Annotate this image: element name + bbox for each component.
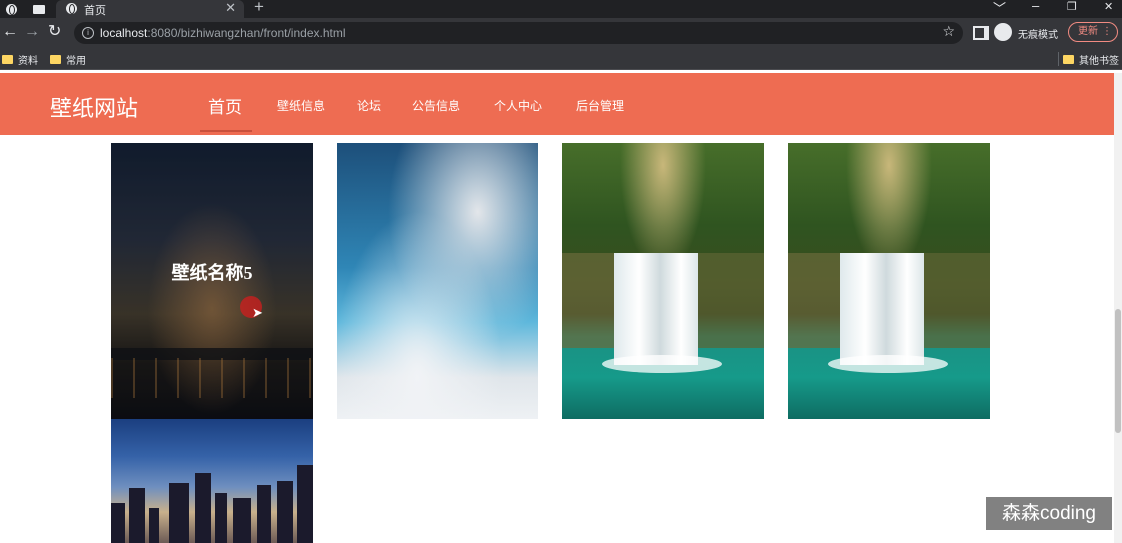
nav-forum[interactable]: 论坛 bbox=[357, 97, 381, 114]
url-path: :8080/bizhiwangzhan/front/index.html bbox=[147, 26, 346, 40]
building bbox=[195, 473, 211, 543]
browser-toolbar: ← → ↻ i localhost:8080/bizhiwangzhan/fro… bbox=[0, 18, 1122, 48]
url-text[interactable]: localhost:8080/bizhiwangzhan/front/index… bbox=[100, 26, 346, 40]
building bbox=[215, 493, 227, 543]
page-scrollbar[interactable] bbox=[1114, 73, 1122, 543]
building bbox=[111, 503, 125, 543]
nav-wallpaper-info[interactable]: 壁纸信息 bbox=[277, 97, 325, 114]
bookmark-label: 资料 bbox=[18, 56, 38, 67]
update-button[interactable]: 更新 ⋮ bbox=[1068, 22, 1118, 42]
browser-profile-icon[interactable] bbox=[0, 0, 22, 18]
building bbox=[169, 483, 189, 543]
restore-button[interactable]: ❐ bbox=[1067, 0, 1077, 13]
bookmarks-bar: 资料 常用 其他书签 bbox=[0, 48, 1122, 70]
building bbox=[257, 485, 271, 543]
tab-search-icon[interactable]: ﹀ bbox=[993, 0, 1006, 17]
reload-button[interactable]: ↻ bbox=[48, 23, 61, 41]
waterfall bbox=[840, 253, 924, 365]
building bbox=[233, 498, 251, 543]
bookmark-star-icon[interactable]: ☆ bbox=[942, 23, 955, 40]
scrollbar-thumb[interactable] bbox=[1115, 309, 1121, 433]
side-panel-icon[interactable] bbox=[973, 26, 989, 40]
nav-admin[interactable]: 后台管理 bbox=[576, 97, 624, 114]
other-bookmarks[interactable]: 其他书签 bbox=[1063, 52, 1119, 67]
rock-wall bbox=[698, 253, 764, 348]
tab-close-icon[interactable]: ✕ bbox=[225, 0, 236, 16]
globe-icon bbox=[66, 3, 77, 14]
rock-wall bbox=[924, 253, 990, 348]
wallpaper-card[interactable] bbox=[562, 143, 764, 419]
new-tab-button[interactable]: + bbox=[254, 0, 264, 17]
address-bar[interactable]: i localhost:8080/bizhiwangzhan/front/ind… bbox=[74, 22, 963, 44]
url-host: localhost bbox=[100, 26, 148, 40]
close-window-button[interactable]: ✕ bbox=[1104, 0, 1113, 13]
browser-menu-icon[interactable]: ⋮ bbox=[1102, 23, 1112, 41]
video-watermark: 森森coding bbox=[986, 497, 1112, 530]
mouse-cursor-icon: ➤ bbox=[252, 305, 263, 320]
nav-announcements[interactable]: 公告信息 bbox=[412, 97, 460, 114]
waterfall bbox=[614, 253, 698, 365]
back-button[interactable]: ← bbox=[2, 23, 18, 41]
water-foam bbox=[828, 355, 948, 373]
folder-icon bbox=[2, 55, 13, 64]
folder-icon bbox=[1063, 55, 1074, 64]
minimize-button[interactable]: – bbox=[1032, 0, 1039, 13]
update-label: 更新 bbox=[1078, 26, 1098, 37]
wallpaper-card[interactable] bbox=[111, 419, 313, 543]
building bbox=[277, 481, 293, 543]
bookmark-label: 常用 bbox=[66, 56, 86, 67]
site-info-icon[interactable]: i bbox=[82, 27, 94, 39]
building bbox=[297, 465, 313, 543]
forward-button[interactable]: → bbox=[24, 23, 40, 41]
wallpaper-card[interactable]: 壁纸名称5 ➤ bbox=[111, 143, 313, 419]
other-bookmarks-label: 其他书签 bbox=[1079, 56, 1119, 67]
nav-active-indicator bbox=[200, 130, 252, 132]
wallpaper-card[interactable] bbox=[337, 143, 538, 419]
browser-tab-strip: 首页 ✕ + ﹀ – ❐ ✕ bbox=[0, 0, 1122, 18]
browser-tab-active[interactable]: 首页 ✕ bbox=[56, 0, 244, 18]
building bbox=[129, 488, 145, 543]
folder-icon bbox=[50, 55, 61, 64]
nav-home[interactable]: 首页 bbox=[208, 93, 242, 118]
incognito-label: 无痕模式 bbox=[1018, 30, 1058, 41]
bookmark-folder[interactable]: 资料 bbox=[2, 52, 38, 67]
site-header: 壁纸网站 首页 壁纸信息 论坛 公告信息 个人中心 后台管理 bbox=[0, 73, 1114, 135]
bookmarks-separator bbox=[1058, 52, 1059, 66]
building bbox=[149, 508, 159, 543]
rock-wall bbox=[788, 253, 840, 348]
bookmark-folder[interactable]: 常用 bbox=[50, 52, 86, 67]
wallpaper-card[interactable] bbox=[788, 143, 990, 419]
tab-overview-icon[interactable] bbox=[28, 0, 50, 18]
incognito-icon[interactable] bbox=[994, 23, 1012, 41]
water-foam bbox=[602, 355, 722, 373]
nav-user-center[interactable]: 个人中心 bbox=[494, 97, 542, 114]
site-logo[interactable]: 壁纸网站 bbox=[50, 91, 138, 123]
wallpaper-title: 壁纸名称5 bbox=[171, 263, 253, 283]
tab-title: 首页 bbox=[84, 5, 106, 17]
rock-wall bbox=[562, 253, 614, 348]
